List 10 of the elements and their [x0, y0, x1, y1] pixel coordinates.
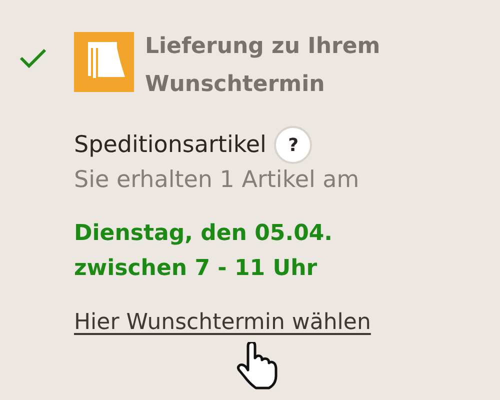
- step-title: Lieferung zu Ihrem: [145, 33, 380, 61]
- delivery-icon: [74, 32, 134, 92]
- hand-cursor-icon: [236, 342, 280, 390]
- help-button[interactable]: ?: [274, 126, 312, 164]
- item-label: Speditionsartikel: [74, 130, 266, 160]
- choose-date-link[interactable]: Hier Wunschtermin wählen: [74, 306, 371, 339]
- subtitle: Sie erhalten 1 Artikel am: [74, 166, 360, 195]
- delivery-date: Dienstag, den 05.04.: [74, 220, 334, 248]
- step-title: Wunschtermin: [145, 71, 326, 99]
- delivery-date: zwischen 7 - 11 Uhr: [74, 255, 318, 283]
